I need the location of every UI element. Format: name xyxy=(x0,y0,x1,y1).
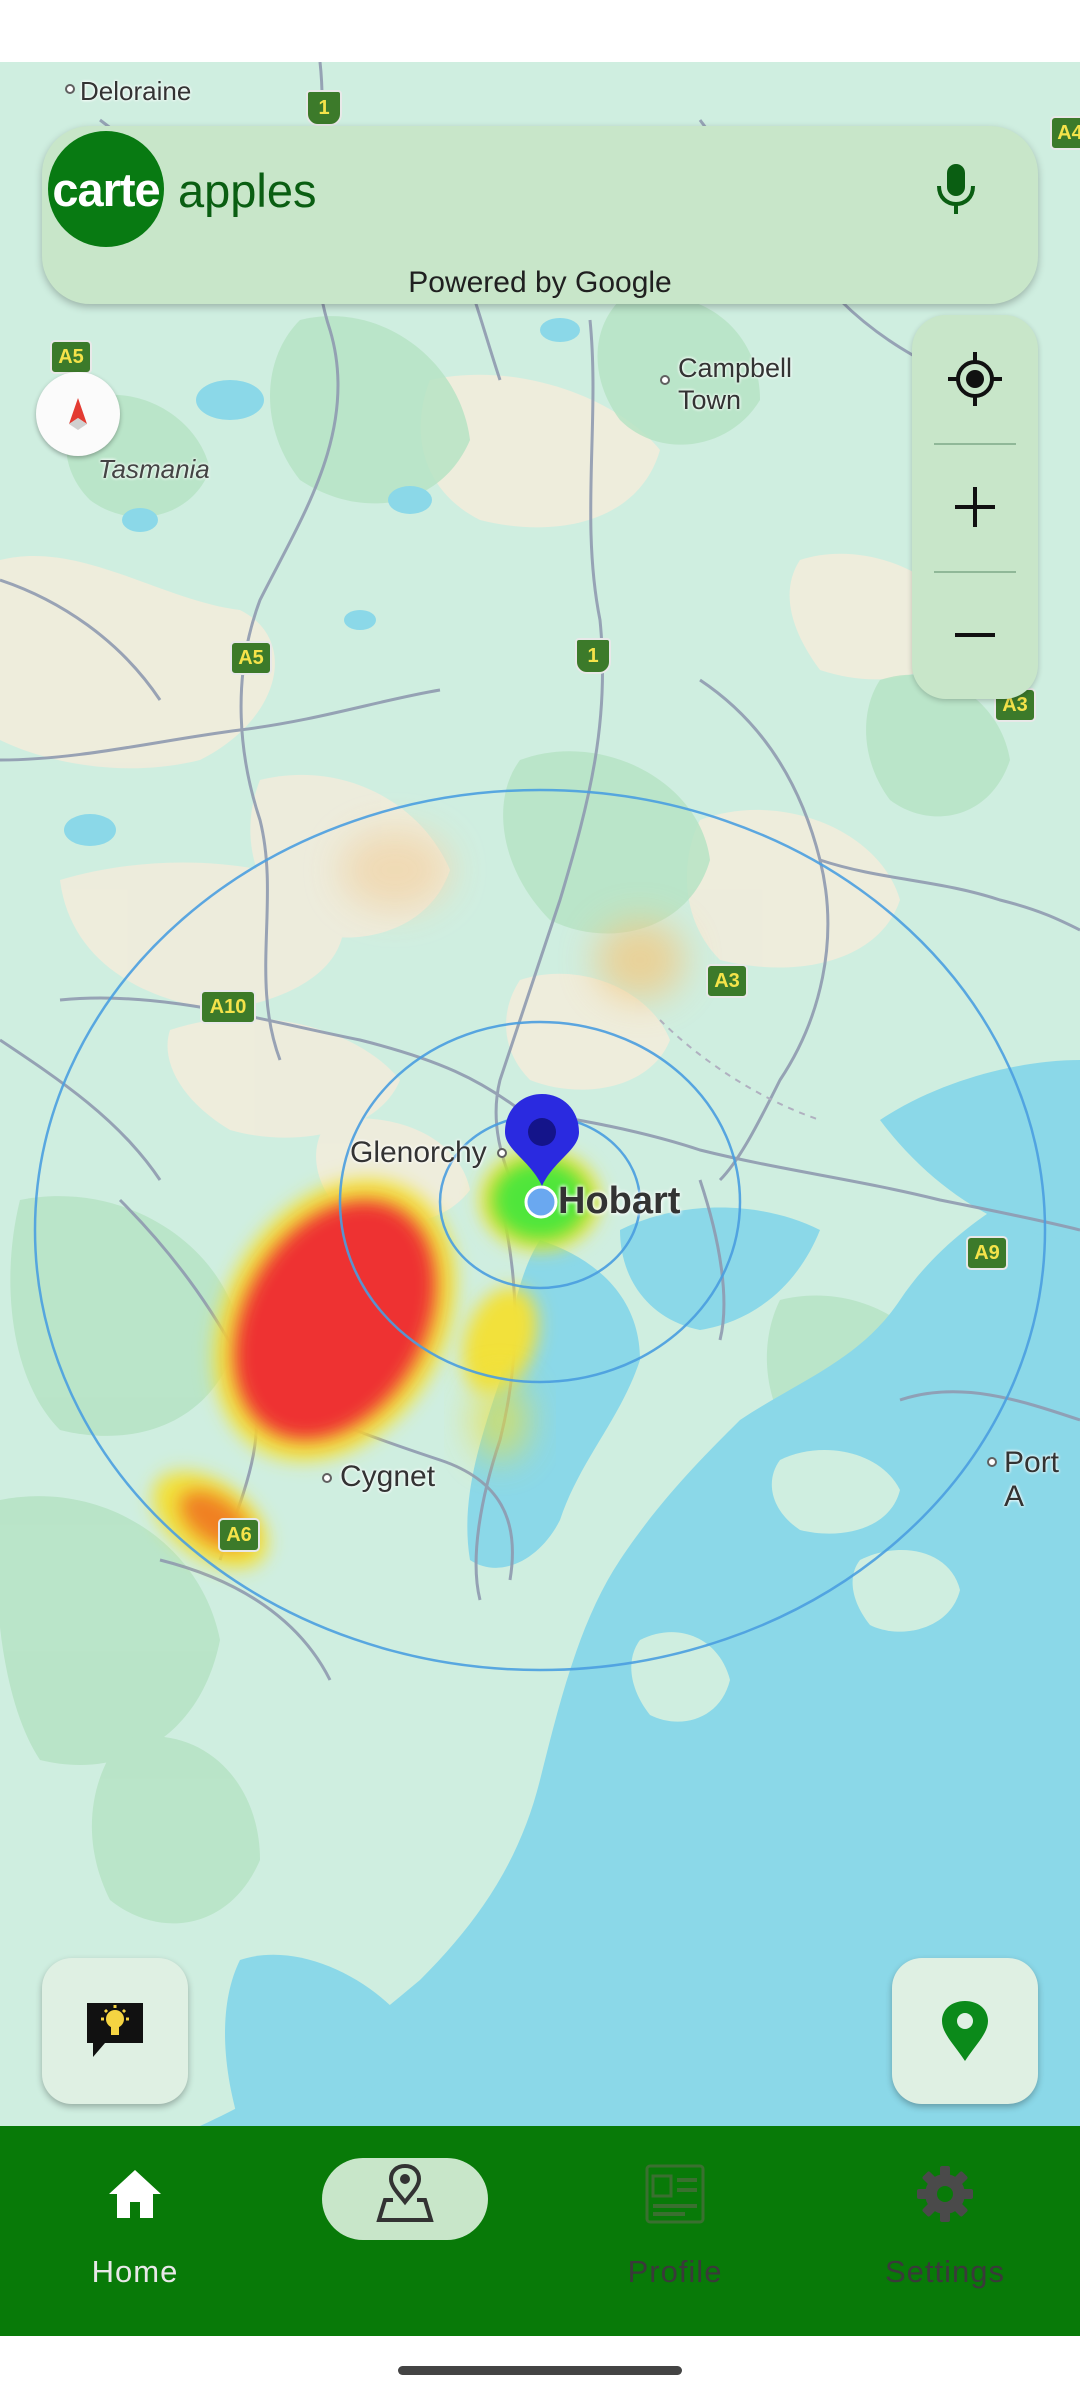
map-pin-icon xyxy=(376,2163,434,2222)
nav-item-settings[interactable]: Settings xyxy=(810,2126,1080,2336)
place-label-campbell-line2: Town xyxy=(678,385,742,415)
place-label-hobart: Hobart xyxy=(558,1180,681,1222)
map-controls-panel xyxy=(912,315,1038,699)
road-shield-a4: A4 xyxy=(1050,116,1080,150)
road-shield-a6: A6 xyxy=(218,1518,260,1552)
search-bar: carte Powered by Google xyxy=(42,126,1038,304)
compass-icon[interactable] xyxy=(36,372,120,456)
road-shield-a9: A9 xyxy=(966,1236,1008,1270)
gear-icon xyxy=(917,2166,973,2222)
road-shield-a10: A10 xyxy=(200,990,256,1024)
drop-pin-button[interactable] xyxy=(892,1958,1038,2104)
profile-card-icon xyxy=(645,2164,705,2224)
minus-icon xyxy=(955,633,995,637)
nav-item-profile[interactable]: Profile xyxy=(540,2126,810,2336)
plus-icon xyxy=(955,487,995,527)
zoom-out-button[interactable] xyxy=(912,571,1038,699)
my-location-button[interactable] xyxy=(912,315,1038,443)
place-label-deloraine: Deloraine xyxy=(80,76,192,106)
my-location-icon xyxy=(948,352,1002,406)
nav-item-map[interactable] xyxy=(270,2126,540,2336)
road-shield-1: 1 xyxy=(306,90,342,126)
place-label-cygnet: Cygnet xyxy=(340,1460,436,1493)
carte-logo[interactable]: carte xyxy=(48,131,164,247)
region-label-tasmania: Tasmania xyxy=(98,454,210,484)
home-icon xyxy=(109,2170,161,2218)
location-pin-icon xyxy=(942,2001,988,2061)
status-bar xyxy=(0,0,1080,62)
nav-label-profile: Profile xyxy=(627,2254,723,2289)
place-label-glenorchy: Glenorchy xyxy=(350,1136,487,1169)
place-label-port: Port A xyxy=(1004,1446,1060,1513)
road-shield-a5: A5 xyxy=(50,340,92,374)
search-input[interactable] xyxy=(178,160,878,220)
lightbulb-chat-icon xyxy=(87,2003,143,2057)
gesture-navigation-bar[interactable] xyxy=(398,2366,682,2375)
nav-label-settings: Settings xyxy=(884,2254,1005,2289)
road-shield-a3-mid: A3 xyxy=(706,964,748,998)
place-label-campbell-line1: Campbell xyxy=(678,353,793,383)
road-shield-a5-mid: A5 xyxy=(230,641,272,675)
place-label-campbell-town: Campbell Town xyxy=(678,352,792,416)
nav-label-home: Home xyxy=(91,2254,179,2289)
road-shield-1-mid: 1 xyxy=(575,638,611,674)
powered-by-google: Powered by Google xyxy=(408,266,672,299)
zoom-in-button[interactable] xyxy=(912,443,1038,571)
ideas-button[interactable] xyxy=(42,1958,188,2104)
nav-item-home[interactable]: Home xyxy=(0,2126,270,2336)
microphone-icon[interactable] xyxy=(920,154,992,226)
bottom-navigation: Home Profile Settings xyxy=(0,2126,1080,2336)
